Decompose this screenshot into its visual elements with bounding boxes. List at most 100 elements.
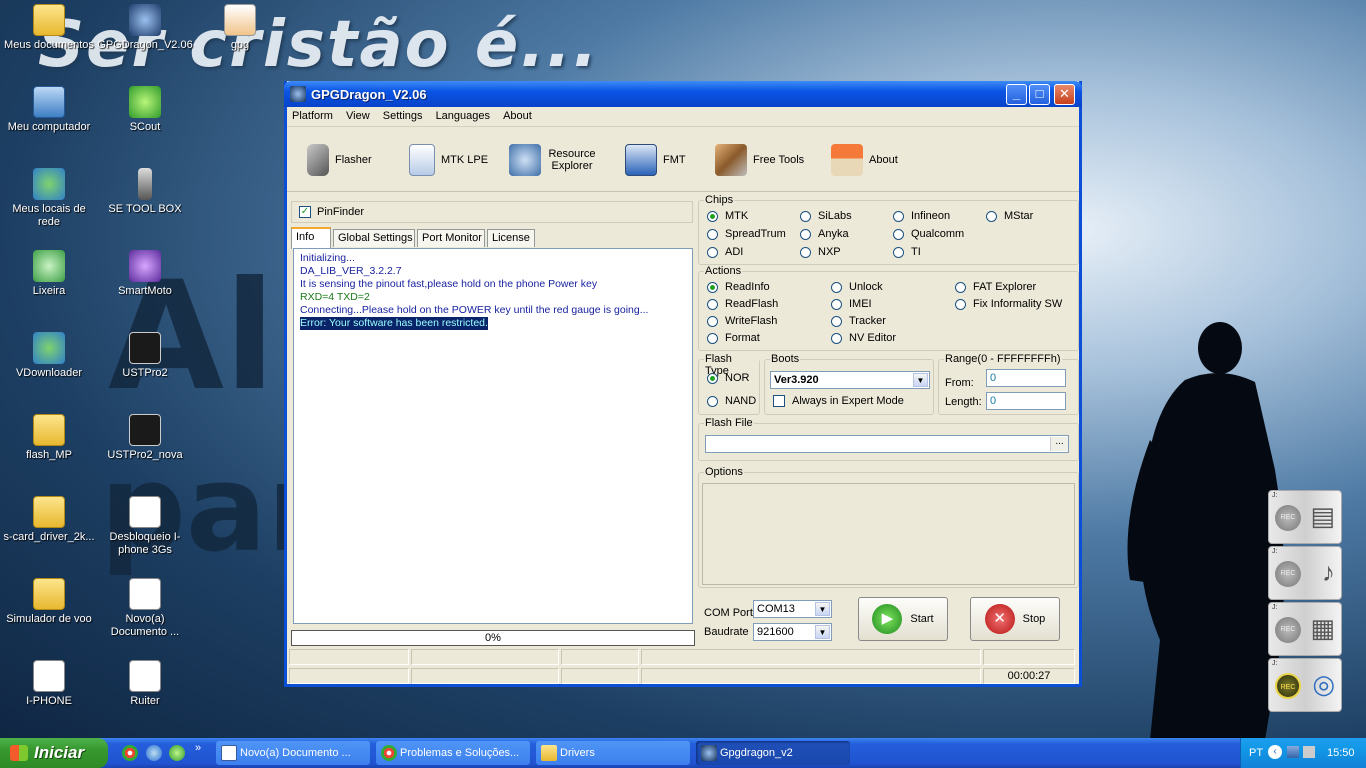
menu-languages[interactable]: Languages [431, 107, 495, 122]
desktop-icon-meu-computador[interactable]: Meu computador [0, 86, 98, 134]
tab-info[interactable]: Info [291, 227, 331, 249]
task-drivers[interactable]: Drivers [536, 741, 690, 765]
action-readinfo-radio[interactable]: ReadInfo [707, 281, 770, 293]
tab-license[interactable]: License [487, 229, 535, 247]
about-button[interactable]: About [831, 142, 898, 178]
chip-ti-radio[interactable]: TI [893, 246, 921, 258]
desktop-icon-desbloqueio-i-phone-3gs[interactable]: Desbloqueio I-phone 3Gs [96, 496, 194, 557]
title-bar[interactable]: GPGDragon_V2.06 _ □ ✕ [284, 81, 1082, 107]
desktop-icon-vdownloader[interactable]: VDownloader [0, 332, 98, 380]
chip-silabs-radio[interactable]: SiLabs [800, 210, 852, 222]
action-nv-editor-radio[interactable]: NV Editor [831, 332, 896, 344]
action-format-radio[interactable]: Format [707, 332, 760, 344]
chip-qualcomm-radio[interactable]: Qualcomm [893, 228, 964, 240]
com-port-select[interactable]: COM13 ▼ [753, 600, 832, 618]
desktop-icon-novo-a-documento[interactable]: Novo(a) Documento ... [96, 578, 194, 639]
volume-icon[interactable] [1303, 746, 1315, 758]
task-novo-documento[interactable]: Novo(a) Documento ... [216, 741, 370, 765]
length-field[interactable]: 0 [986, 392, 1066, 410]
tab-port-monitor[interactable]: Port Monitor [417, 229, 485, 247]
browse-button[interactable]: ... [1050, 437, 1068, 451]
desktop-icon-simulador-de-voo[interactable]: Simulador de voo [0, 578, 98, 626]
menu-about[interactable]: About [498, 107, 537, 122]
action-imei-radio[interactable]: IMEI [831, 298, 872, 310]
clock[interactable]: 15:50 [1327, 747, 1355, 759]
gpg-icon [224, 4, 256, 36]
desktop-icon-gpgdragon-v2-06[interactable]: GPGDragon_V2.06 [96, 4, 194, 52]
pinfinder-checkbox[interactable]: ✓ [299, 206, 311, 218]
rec-button[interactable]: REC [1275, 617, 1301, 643]
flash-file-group: Flash File ... [698, 417, 1079, 461]
widget-cube-docs[interactable]: J: REC ▤ [1268, 490, 1342, 544]
rec-button[interactable]: REC [1275, 505, 1301, 531]
desktop-icon-scout[interactable]: SCout [96, 86, 194, 134]
start-button[interactable]: Iniciar [0, 738, 108, 768]
widget-cube-video[interactable]: J: REC ▦ [1268, 602, 1342, 656]
from-field[interactable]: 0 [986, 369, 1066, 387]
fmt-button[interactable]: FMT [625, 142, 686, 178]
chip-mstar-radio[interactable]: MStar [986, 210, 1033, 222]
rec-button-active[interactable]: REC [1275, 673, 1301, 699]
close-button[interactable]: ✕ [1054, 84, 1075, 105]
boots-select[interactable]: Ver3.920 ▼ [770, 371, 930, 389]
task-problemas-solucoes[interactable]: Problemas e Soluções... [376, 741, 530, 765]
desktop-icon-meus-documentos[interactable]: Meus documentos [0, 4, 98, 52]
language-indicator[interactable]: PT [1249, 747, 1263, 759]
menu-platform[interactable]: Platform [287, 107, 338, 122]
internet-explorer-icon[interactable] [146, 745, 162, 761]
flash-nand-radio[interactable]: NAND [707, 395, 756, 407]
desktop-icon-lixeira[interactable]: Lixeira [0, 250, 98, 298]
desktop-icon-s-card-driver-2k[interactable]: s-card_driver_2k... [0, 496, 98, 544]
stop-button[interactable]: ✕ Stop [970, 597, 1060, 641]
desktop-icon-meus-locais-de-rede[interactable]: Meus locais de rede [0, 168, 98, 229]
network-icon[interactable] [1287, 746, 1299, 758]
desktop-icon-gpg[interactable]: gpg [192, 4, 288, 52]
expert-mode-checkbox[interactable]: Always in Expert Mode [773, 395, 904, 407]
desktop-icon-smartmoto[interactable]: SmartMoto [96, 250, 194, 298]
chrome-icon[interactable] [122, 745, 138, 761]
flash-nor-radio[interactable]: NOR [707, 372, 749, 384]
radio-dot [831, 315, 842, 327]
pc-icon [33, 86, 65, 118]
action-fat-explorer-radio[interactable]: FAT Explorer [955, 281, 1036, 293]
maximize-button[interactable]: □ [1029, 84, 1050, 105]
chip-nxp-radio[interactable]: NXP [800, 246, 841, 258]
widget-cube-disc[interactable]: J: REC ◎ [1268, 658, 1342, 712]
desktop-icon-i-phone[interactable]: I-PHONE [0, 660, 98, 708]
widget-cube-music[interactable]: J: REC ♪ [1268, 546, 1342, 600]
desktop-icon-se-tool-box[interactable]: SE TOOL BOX [96, 168, 194, 216]
menu-view[interactable]: View [341, 107, 375, 122]
free-tools-button[interactable]: Free Tools [715, 142, 804, 178]
baudrate-select[interactable]: 921600 ▼ [753, 623, 832, 641]
task-gpgdragon[interactable]: Gpgdragon_v2 [696, 741, 850, 765]
flash-file-field[interactable] [705, 435, 1069, 453]
desktop-icon-label: Lixeira [32, 285, 66, 297]
log-output[interactable]: Initializing... DA_LIB_VER_3.2.2.7 It is… [293, 248, 693, 624]
minimize-button[interactable]: _ [1006, 84, 1027, 105]
desktop-icon-ustpro2-nova[interactable]: USTPro2_nova [96, 414, 194, 462]
desktop-icon-ruiter[interactable]: Ruiter [96, 660, 194, 708]
action-unlock-radio[interactable]: Unlock [831, 281, 883, 293]
rec-button[interactable]: REC [1275, 561, 1301, 587]
flasher-button[interactable]: Flasher [307, 142, 372, 178]
desktop-icon-flash-mp[interactable]: flash_MP [0, 414, 98, 462]
tab-global-settings[interactable]: Global Settings [333, 229, 415, 247]
scout-icon[interactable] [169, 745, 185, 761]
chip-anyka-radio[interactable]: Anyka [800, 228, 849, 240]
action-writeflash-radio[interactable]: WriteFlash [707, 315, 777, 327]
action-readflash-radio[interactable]: ReadFlash [707, 298, 778, 310]
action-fix-informality-radio[interactable]: Fix Informality SW [955, 298, 1062, 310]
chip-mtk-radio[interactable]: MTK [707, 210, 748, 222]
chip-spreadtrum-radio[interactable]: SpreadTrum [707, 228, 786, 240]
quicklaunch-chevron-icon[interactable]: » [195, 742, 201, 754]
action-tracker-radio[interactable]: Tracker [831, 315, 886, 327]
chip-adi-radio[interactable]: ADI [707, 246, 743, 258]
desktop-icon-ustpro2[interactable]: USTPro2 [96, 332, 194, 380]
chip-infineon-radio[interactable]: Infineon [893, 210, 950, 222]
monitor-icon [625, 144, 657, 176]
start-button[interactable]: ▶ Start [858, 597, 948, 641]
resource-explorer-button[interactable]: Resource Explorer [509, 142, 597, 178]
chevron-left-icon[interactable]: ‹ [1268, 745, 1282, 759]
mtk-lpe-button[interactable]: MTK LPE [409, 142, 488, 178]
menu-settings[interactable]: Settings [378, 107, 428, 122]
